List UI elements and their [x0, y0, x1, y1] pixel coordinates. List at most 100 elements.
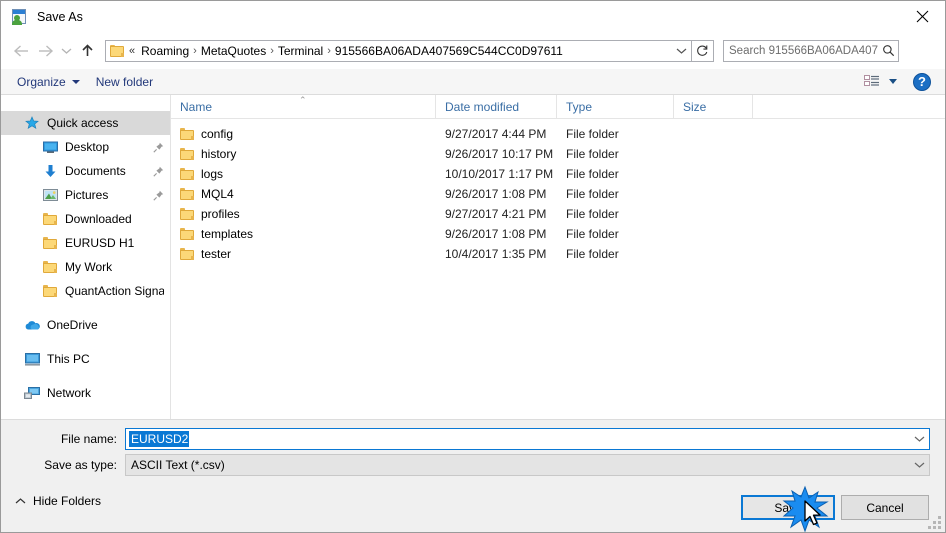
folder-icon	[180, 168, 194, 180]
sidebar-item-onedrive[interactable]: OneDrive	[1, 313, 170, 337]
breadcrumb-overflow[interactable]: «	[127, 45, 138, 57]
pin-icon[interactable]	[152, 166, 164, 177]
search-input[interactable]: Search 915566BA06ADA40756...	[729, 45, 878, 57]
refresh-icon	[697, 45, 708, 56]
file-name-text: tester	[201, 247, 232, 261]
form-area: File name: EURUSD2 Save as type: ASCII T…	[1, 419, 945, 487]
navigation-pane: Quick access Desktop Documents Pictures Down…	[1, 95, 171, 419]
cancel-button[interactable]: Cancel	[841, 495, 929, 520]
folder-icon	[180, 208, 194, 220]
file-name-cell[interactable]: history	[171, 147, 436, 161]
breadcrumb-item-roaming[interactable]: Roaming	[138, 44, 192, 58]
file-name-cell[interactable]: config	[171, 127, 436, 141]
file-type-cell: File folder	[566, 207, 619, 221]
sidebar-item-label: Documents	[65, 164, 126, 178]
help-button[interactable]: ?	[913, 72, 931, 91]
file-name-label: File name:	[60, 432, 117, 446]
back-button[interactable]	[9, 39, 33, 63]
save-as-type-dropdown-button[interactable]	[910, 461, 929, 469]
sidebar-item-documents[interactable]: Documents	[1, 159, 170, 183]
thispc-icon	[23, 351, 41, 367]
file-name-input[interactable]: EURUSD2	[125, 428, 930, 450]
chevron-down-icon	[676, 48, 686, 54]
address-dropdown-button[interactable]	[671, 47, 691, 55]
column-header-label: Date modified	[445, 99, 520, 114]
network-icon	[23, 385, 41, 401]
file-name-cell[interactable]: profiles	[171, 207, 436, 221]
pin-icon[interactable]	[152, 190, 164, 201]
file-list-row[interactable]: MQL4 9/26/2017 1:08 PM File folder	[171, 184, 945, 204]
folder-icon	[41, 211, 59, 227]
file-list-row[interactable]: templates 9/26/2017 1:08 PM File folder	[171, 224, 945, 244]
breadcrumb-item-terminal[interactable]: Terminal	[275, 44, 326, 58]
new-folder-button[interactable]: New folder	[88, 69, 161, 94]
file-name-cell[interactable]: templates	[171, 227, 436, 241]
column-header-name[interactable]: Name ⌃	[171, 94, 436, 119]
file-date-cell: 9/26/2017 1:08 PM	[445, 227, 547, 241]
sidebar-item-label: Downloaded	[65, 212, 132, 226]
dialog-footer: Hide Folders Save Cancel	[1, 487, 945, 532]
sidebar-item-eurusd-h1[interactable]: EURUSD H1	[1, 231, 170, 255]
sidebar-item-my-work[interactable]: My Work	[1, 255, 170, 279]
sidebar-item-desktop[interactable]: Desktop	[1, 135, 170, 159]
folder-icon	[41, 283, 59, 299]
file-name-cell[interactable]: tester	[171, 247, 436, 261]
file-date-cell: 9/26/2017 10:17 PM	[445, 147, 554, 161]
column-header-date-modified[interactable]: Date modified	[436, 94, 557, 119]
file-name-dropdown-button[interactable]	[910, 435, 929, 443]
column-header-label: Name	[180, 99, 213, 114]
breadcrumb-item-metaquotes[interactable]: MetaQuotes	[198, 44, 269, 58]
resize-grip-icon[interactable]	[928, 516, 941, 529]
file-name-cell[interactable]: MQL4	[171, 187, 436, 201]
sidebar-item-label: Quick access	[47, 116, 119, 130]
hide-folders-button[interactable]: Hide Folders	[15, 489, 101, 513]
view-layout-icon[interactable]	[861, 74, 883, 89]
folder-icon	[180, 228, 194, 240]
save-button[interactable]: Save	[741, 495, 835, 520]
file-date-cell: 10/4/2017 1:35 PM	[445, 247, 547, 261]
file-list-row[interactable]: logs 10/10/2017 1:17 PM File folder	[171, 164, 945, 184]
folder-icon	[41, 235, 59, 251]
chevron-down-icon	[914, 462, 925, 468]
file-name-cell[interactable]: logs	[171, 167, 436, 181]
save-as-type-combo[interactable]: ASCII Text (*.csv)	[125, 454, 930, 476]
sidebar-item-label: Network	[47, 386, 92, 400]
close-button[interactable]	[899, 1, 945, 31]
sidebar-item-downloaded[interactable]: Downloaded	[1, 207, 170, 231]
sidebar-item-pictures[interactable]: Pictures	[1, 183, 170, 207]
breadcrumb-item-guid[interactable]: 915566BA06ADA407569C544CC0D97611	[332, 44, 566, 58]
sidebar-item-this-pc[interactable]: This PC	[1, 347, 170, 371]
file-list-row[interactable]: profiles 9/27/2017 4:21 PM File folder	[171, 204, 945, 224]
command-bar-right: ?	[861, 72, 945, 91]
sidebar-item-quick-access[interactable]: Quick access	[1, 111, 170, 135]
refresh-button[interactable]	[692, 39, 714, 62]
desktop-icon	[41, 139, 59, 155]
sidebar-item-label: QuantAction Signal	[65, 284, 164, 298]
organize-button[interactable]: Organize	[9, 69, 88, 94]
file-type-cell: File folder	[566, 167, 619, 181]
file-list-row[interactable]: tester 10/4/2017 1:35 PM File folder	[171, 244, 945, 264]
file-list-row[interactable]: history 9/26/2017 10:17 PM File folder	[171, 144, 945, 164]
save-as-type-row: Save as type: ASCII Text (*.csv)	[1, 454, 945, 476]
file-type-cell: File folder	[566, 187, 619, 201]
sidebar-item-network[interactable]: Network	[1, 381, 170, 405]
chevron-down-icon	[61, 48, 71, 54]
file-name-value[interactable]: EURUSD2	[129, 431, 190, 447]
sidebar-item-quantaction-signal[interactable]: QuantAction Signal	[1, 279, 170, 303]
column-header-row: Name ⌃ Date modified Type Size	[171, 94, 945, 119]
column-header-label: Type	[566, 99, 593, 114]
view-dropdown-icon[interactable]	[889, 79, 897, 84]
search-box[interactable]: Search 915566BA06ADA40756...	[723, 39, 899, 62]
title-bar: Save As	[1, 1, 945, 32]
file-list-row[interactable]: config 9/27/2017 4:44 PM File folder	[171, 124, 945, 144]
recent-locations-button[interactable]	[57, 39, 75, 63]
forward-button[interactable]	[33, 39, 57, 63]
sidebar-item-label: My Work	[65, 260, 113, 274]
column-header-type[interactable]: Type	[557, 94, 674, 119]
column-header-size[interactable]: Size	[674, 94, 753, 119]
pin-icon[interactable]	[152, 142, 164, 153]
up-button[interactable]	[75, 39, 99, 63]
address-bar[interactable]: « Roaming › MetaQuotes › Terminal › 9155…	[105, 39, 692, 62]
file-date-cell: 10/10/2017 1:17 PM	[445, 167, 554, 181]
